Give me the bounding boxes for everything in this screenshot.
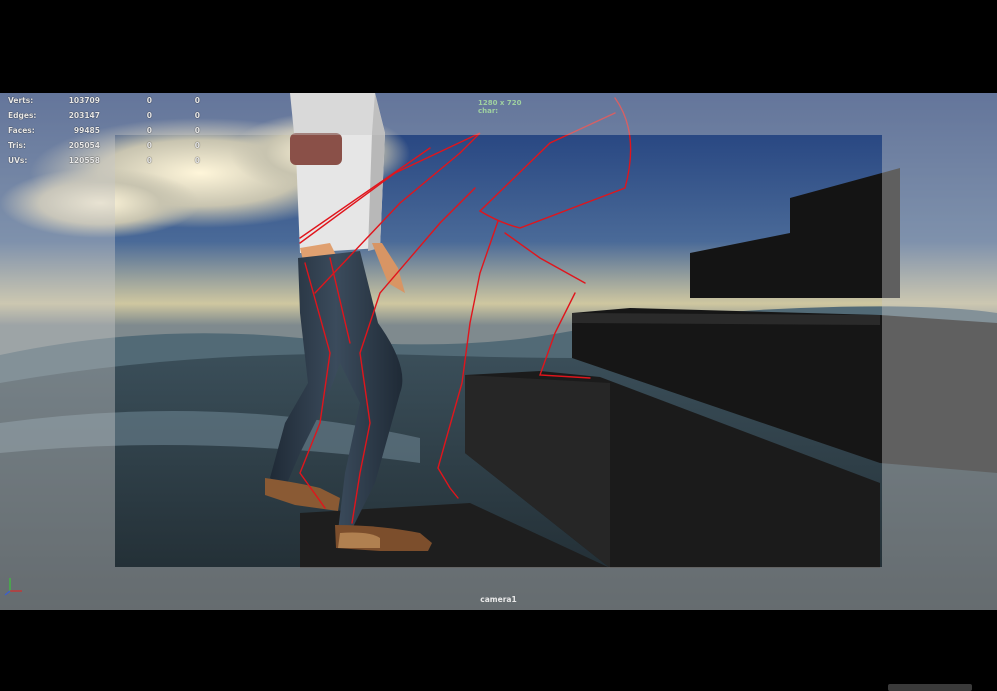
- hud-value: 0: [194, 141, 200, 150]
- hud-value: 0: [146, 156, 152, 165]
- hud-value: 0: [146, 111, 152, 120]
- hud-label: Edges:: [8, 111, 37, 120]
- hud-value: 0: [146, 141, 152, 150]
- letterbox-bottom: [0, 610, 997, 691]
- hud-value: 103709: [68, 96, 100, 105]
- hud-row-edges: Edges: 203147 0 0: [8, 108, 203, 123]
- resolution-size: 1280 x 720: [478, 99, 522, 107]
- hud-label: UVs:: [8, 156, 28, 165]
- resolution-gate-label: 1280 x 720 char:: [478, 99, 521, 115]
- hud-value: 120558: [68, 156, 100, 165]
- hud-value: 0: [194, 111, 200, 120]
- hud-value: 205054: [68, 141, 100, 150]
- viewport-panel[interactable]: Verts: 103709 0 0 Edges: 203147 0 0 Face…: [0, 93, 997, 610]
- hud-value: 99485: [73, 126, 100, 135]
- letterbox-top: [0, 0, 997, 93]
- hud-label: Tris:: [8, 141, 27, 150]
- scene-render: [0, 93, 997, 610]
- hud-label: Verts:: [8, 96, 34, 105]
- hud-value: 0: [146, 96, 152, 105]
- camera-tag: char:: [478, 107, 499, 115]
- hud-value: 0: [194, 156, 200, 165]
- scroll-handle[interactable]: [888, 684, 972, 691]
- hud-label: Faces:: [8, 126, 35, 135]
- hud-row-tris: Tris: 205054 0 0: [8, 138, 203, 153]
- hud-value: 0: [146, 126, 152, 135]
- axis-gizmo-icon: [4, 578, 22, 596]
- poly-count-hud: Verts: 103709 0 0 Edges: 203147 0 0 Face…: [8, 93, 203, 168]
- hud-value: 203147: [68, 111, 100, 120]
- hud-value: 0: [194, 126, 200, 135]
- hud-row-faces: Faces: 99485 0 0: [8, 123, 203, 138]
- hud-value: 0: [194, 96, 200, 105]
- hud-row-uvs: UVs: 120558 0 0: [8, 153, 203, 168]
- hud-row-verts: Verts: 103709 0 0: [8, 93, 203, 108]
- camera-name-label: camera1: [480, 595, 517, 604]
